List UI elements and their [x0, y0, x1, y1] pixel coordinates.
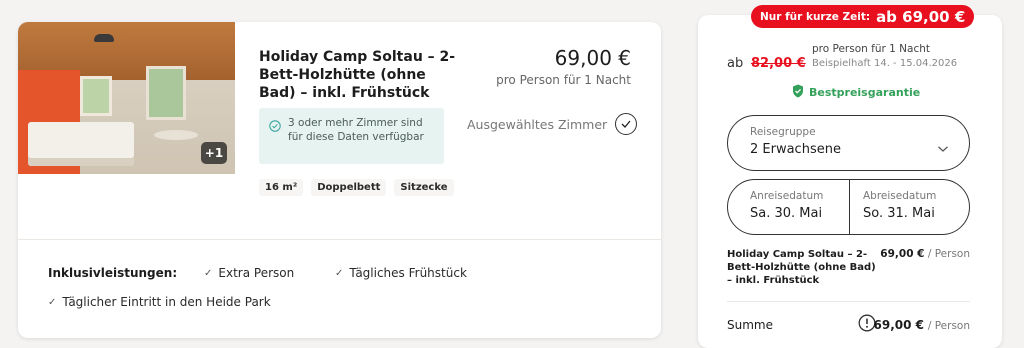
- room-card: +1 Holiday Camp Soltau – 2-Bett-Holzhütt…: [18, 22, 661, 338]
- inclusions-title: Inklusivleistungen:: [48, 266, 178, 280]
- check-icon: ✓: [335, 267, 344, 279]
- inclusion-label: Extra Person: [218, 266, 295, 280]
- selected-room-label: Ausgewähltes Zimmer: [467, 116, 608, 132]
- arrival-label: Anreisedatum: [750, 190, 824, 202]
- room-title: Holiday Camp Soltau – 2-Bett-Holzhütte (…: [259, 49, 456, 101]
- travel-group-label: Reisegruppe: [750, 126, 816, 138]
- room-price: 69,00 €: [554, 46, 631, 70]
- availability-text: 3 oder mehr Zimmer sind für diese Daten …: [288, 117, 424, 143]
- photo-window-left: [80, 76, 112, 116]
- inclusion-label: Tägliches Frühstück: [349, 266, 467, 280]
- per-person-note: pro Person für 1 Nacht: [812, 43, 930, 55]
- arrival-date-field[interactable]: Sa. 30. Mai: [750, 206, 822, 221]
- room-price-note: pro Person für 1 Nacht: [496, 73, 631, 87]
- example-dates: Beispielhaft 14. - 15.04.2026: [812, 58, 958, 69]
- date-separator: [849, 180, 850, 234]
- price-prefix: ab: [727, 56, 744, 71]
- departure-label: Abreisedatum: [863, 190, 937, 202]
- selected-room-toggle[interactable]: Ausgewähltes Zimmer: [467, 113, 638, 135]
- sidebar-divider: [727, 301, 970, 302]
- check-circle-icon[interactable]: [615, 113, 638, 135]
- check-icon: ✓: [48, 296, 57, 308]
- best-price-label: Bestpreisgarantie: [809, 86, 921, 99]
- summary-per-person: / Person: [927, 248, 970, 260]
- summary-price-value: 69,00 €: [880, 248, 925, 260]
- best-price-guarantee[interactable]: Bestpreisgarantie: [792, 84, 920, 101]
- date-range-picker: Anreisedatum Sa. 30. Mai Abreisedatum So…: [727, 179, 970, 235]
- inclusion-item: ✓ Täglicher Eintritt in den Heide Park: [48, 295, 271, 309]
- total-price-value: 69,00 €: [873, 318, 924, 332]
- total-label: Summe: [727, 318, 773, 332]
- promo-badge: Nur für kurze Zeit: ab 69,00 €: [751, 5, 975, 28]
- inclusion-item: ✓ Tägliches Frühstück: [335, 266, 467, 280]
- travel-group-select[interactable]: Reisegruppe 2 Erwachsene: [727, 115, 970, 171]
- availability-notice: 3 oder mehr Zimmer sind für diese Daten …: [259, 108, 444, 164]
- photo-lamp: [94, 34, 114, 42]
- tag-size: 16 m²: [259, 179, 304, 196]
- total-per-person: / Person: [927, 320, 970, 332]
- chevron-down-icon[interactable]: [937, 138, 949, 157]
- more-photos-badge[interactable]: +1: [201, 142, 227, 164]
- inclusion-item: ✓ Extra Person: [204, 266, 294, 280]
- promo-price: ab 69,00 €: [876, 7, 966, 26]
- photo-window-right: [146, 66, 186, 120]
- card-divider: [18, 239, 661, 240]
- tag-seating: Sitzecke: [394, 179, 454, 196]
- departure-date-field[interactable]: So. 31. Mai: [863, 206, 935, 221]
- check-icon: ✓: [204, 267, 213, 279]
- total-price: 69,00 € / Person: [874, 318, 970, 332]
- tag-bed: Doppelbett: [311, 179, 387, 196]
- room-tags: 16 m² Doppelbett Sitzecke: [259, 179, 454, 196]
- inclusion-label: Täglicher Eintritt in den Heide Park: [62, 295, 271, 309]
- travel-group-value: 2 Erwachsene: [750, 142, 841, 157]
- room-photo[interactable]: +1: [18, 22, 235, 174]
- photo-table: [154, 130, 198, 140]
- photo-bed: [28, 122, 134, 166]
- check-circle-icon: [269, 117, 281, 164]
- old-price: 82,00 €: [751, 56, 806, 71]
- summary-room-title: Holiday Camp Soltau – 2-Bett-Holzhütte (…: [727, 249, 876, 286]
- promo-label: Nur für kurze Zeit:: [760, 10, 871, 23]
- summary-room-price: 69,00 € / Person: [880, 248, 970, 260]
- shield-check-icon: [792, 84, 804, 101]
